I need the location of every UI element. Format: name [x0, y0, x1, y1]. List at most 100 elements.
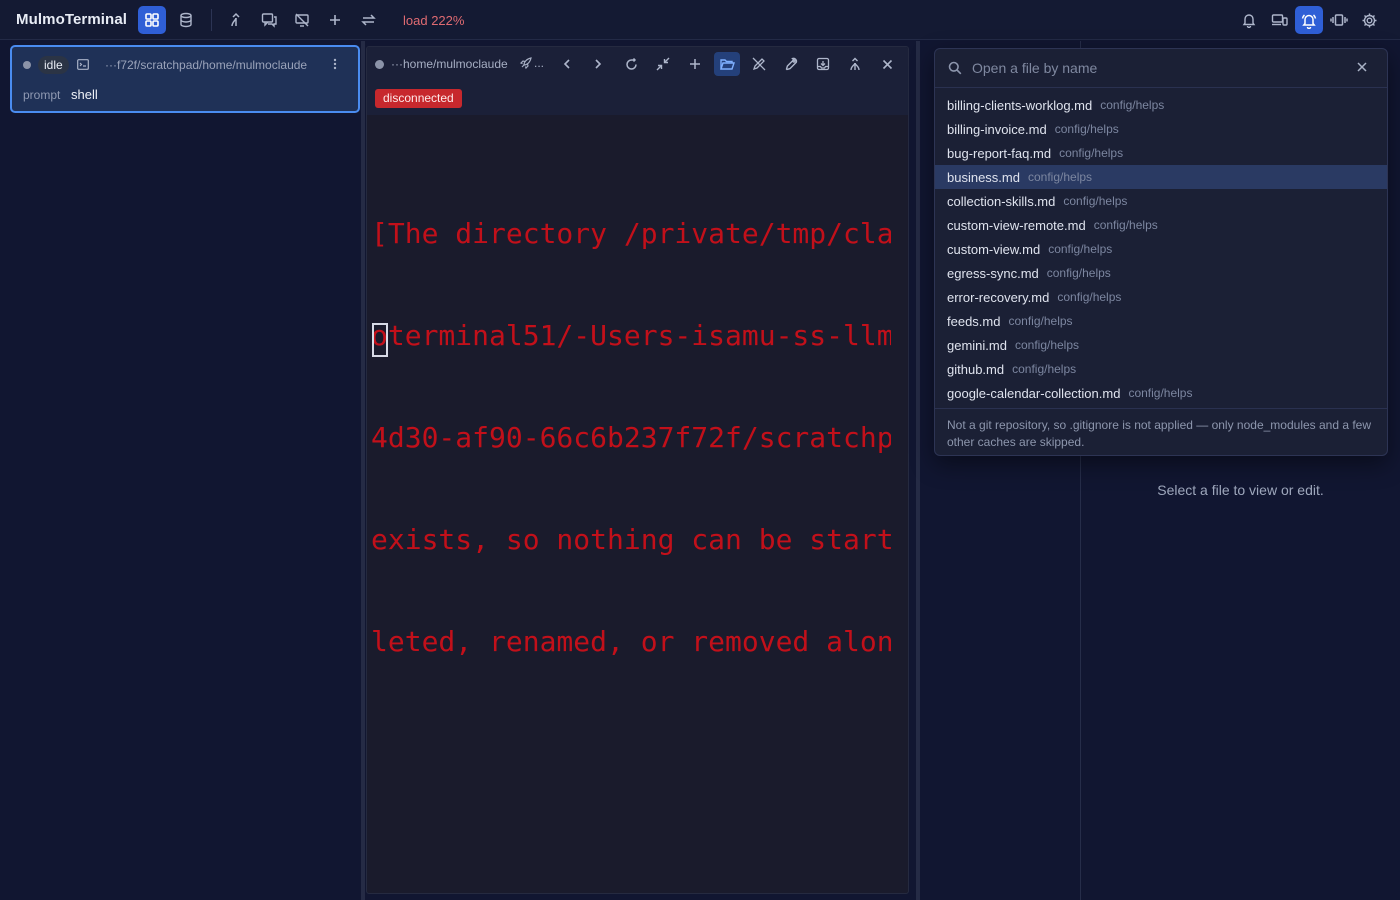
merge-branch-button[interactable] — [842, 52, 868, 76]
file-result-dir: config/helps — [1012, 362, 1077, 376]
file-result-item[interactable]: custom-view.md config/helps — [935, 237, 1387, 261]
save-button[interactable] — [810, 52, 836, 76]
grid-layout-button[interactable] — [138, 6, 166, 34]
new-tab-button[interactable] — [682, 52, 708, 76]
reload-button[interactable] — [618, 52, 644, 76]
gear-icon — [1362, 13, 1376, 27]
load-indicator: load 222% — [403, 13, 465, 28]
screen-share-off-icon — [295, 13, 309, 27]
file-result-name: custom-view-remote.md — [947, 217, 1086, 233]
app-title: MulmoTerminal — [16, 11, 128, 28]
back-button[interactable] — [554, 52, 580, 76]
file-result-dir: config/helps — [1093, 218, 1158, 232]
file-result-dir: config/helps — [1059, 146, 1124, 160]
terminal-icon — [77, 59, 89, 70]
file-result-name: github.md — [947, 361, 1005, 377]
file-result-dir: config/helps — [1008, 314, 1073, 328]
top-bar: MulmoTerminal load 222% — [0, 0, 1400, 40]
file-result-item[interactable]: gemini.md config/helps — [935, 333, 1387, 357]
file-result-item[interactable]: github.md config/helps — [935, 357, 1387, 381]
file-result-name: egress-sync.md — [947, 265, 1039, 281]
devices-button[interactable] — [1265, 6, 1293, 34]
terminal-line: [The directory /private/tmp/cla — [371, 217, 891, 250]
terminal-output[interactable]: [The directory /private/tmp/cla otermina… — [371, 149, 891, 727]
open-file-button[interactable] — [714, 52, 740, 76]
file-result-dir: config/helps — [1100, 98, 1165, 112]
session-card[interactable]: idle ···f72f/scratchpad/home/mulmoclaude… — [10, 45, 360, 113]
add-button[interactable] — [321, 6, 349, 34]
wrench-icon — [785, 57, 798, 71]
file-result-dir: config/helps — [1048, 242, 1113, 256]
file-search-input[interactable] — [972, 57, 1342, 79]
file-result-dir: config/helps — [1063, 194, 1128, 208]
file-result-item[interactable]: error-recovery.md config/helps — [935, 285, 1387, 309]
edit-button[interactable] — [746, 52, 772, 76]
bell-ringing-icon — [1301, 13, 1317, 29]
palette-search-row — [935, 49, 1387, 88]
refresh-icon — [625, 57, 637, 70]
tools-button[interactable] — [778, 52, 804, 76]
terminal-status-dot — [375, 60, 384, 69]
file-result-dir: config/helps — [1054, 122, 1119, 136]
vibrate-button[interactable] — [1325, 6, 1353, 34]
chevron-right-icon — [595, 59, 602, 69]
close-palette-button[interactable] — [1356, 61, 1368, 73]
file-result-list: billing-clients-worklog.md config/helps bi… — [935, 93, 1387, 405]
file-result-item[interactable]: bug-report-faq.md config/helps — [935, 141, 1387, 165]
launch-button[interactable]: ... — [519, 56, 544, 70]
terminal-line: exists, so nothing can be start — [371, 523, 891, 556]
terminal-status-strip: disconnected — [367, 81, 908, 115]
file-result-item[interactable]: billing-invoice.md config/helps — [935, 117, 1387, 141]
terminal-cursor — [372, 323, 388, 357]
minimize-arrows-icon — [656, 57, 670, 71]
file-result-name: billing-invoice.md — [947, 121, 1047, 137]
file-result-item[interactable]: google-calendar-collection.md config/help… — [935, 381, 1387, 405]
database-button[interactable] — [172, 6, 200, 34]
file-result-name: collection-skills.md — [947, 193, 1056, 209]
kebab-icon — [333, 58, 337, 70]
file-result-name: error-recovery.md — [947, 289, 1050, 305]
alerts-toggle-button[interactable] — [1295, 6, 1323, 34]
toolbar-separator — [211, 9, 212, 31]
search-icon — [948, 61, 962, 75]
merge-icon — [850, 57, 860, 71]
session-menu-button[interactable] — [332, 57, 338, 71]
close-terminal-button[interactable] — [874, 52, 900, 76]
file-result-dir: config/helps — [1046, 266, 1111, 280]
file-result-item[interactable]: billing-clients-worklog.md config/helps — [935, 93, 1387, 117]
bell-icon — [1242, 14, 1256, 28]
file-result-name: gemini.md — [947, 337, 1007, 353]
file-result-item[interactable]: feeds.md config/helps — [935, 309, 1387, 333]
file-result-item[interactable]: business.md config/helps — [935, 165, 1387, 189]
swap-button[interactable] — [354, 6, 382, 34]
swap-arrows-icon — [360, 14, 376, 26]
prompt-label: prompt — [23, 88, 61, 102]
file-result-item[interactable]: egress-sync.md config/helps — [935, 261, 1387, 285]
file-open-palette: billing-clients-worklog.mdconfig/helpsbi… — [934, 48, 1388, 456]
terminal-panel: ···home/mulmoclaude ... disconnected [Th… — [365, 41, 916, 900]
file-result-name: feeds.md — [947, 313, 1001, 329]
grid-icon — [145, 13, 159, 27]
file-result-dir: config/helps — [1027, 170, 1093, 184]
file-result-item[interactable]: collection-skills.md config/helps — [935, 189, 1387, 213]
launch-label: ... — [534, 56, 545, 70]
database-icon — [180, 12, 192, 28]
settings-button[interactable] — [1355, 6, 1383, 34]
close-icon — [882, 59, 892, 69]
file-result-dir: config/helps — [1128, 386, 1193, 400]
file-result-item[interactable]: custom-view-remote.md config/helps — [935, 213, 1387, 237]
terminal-path: ···home/mulmoclaude — [391, 57, 508, 71]
session-path: ···f72f/scratchpad/home/mulmoclaude — [105, 58, 308, 72]
rocket-icon — [519, 56, 532, 69]
merge-button[interactable] — [222, 6, 250, 34]
collapse-button[interactable] — [650, 52, 676, 76]
pencil-slash-icon — [752, 57, 766, 71]
remote-off-button[interactable] — [288, 6, 316, 34]
forward-button[interactable] — [585, 52, 611, 76]
chat-icon — [261, 13, 277, 28]
chat-button[interactable] — [255, 6, 283, 34]
terminal-line: leted, renamed, or removed alon — [371, 625, 891, 658]
merge-icon — [231, 12, 240, 27]
connection-status-badge: disconnected — [375, 89, 462, 108]
notifications-button[interactable] — [1235, 6, 1263, 34]
